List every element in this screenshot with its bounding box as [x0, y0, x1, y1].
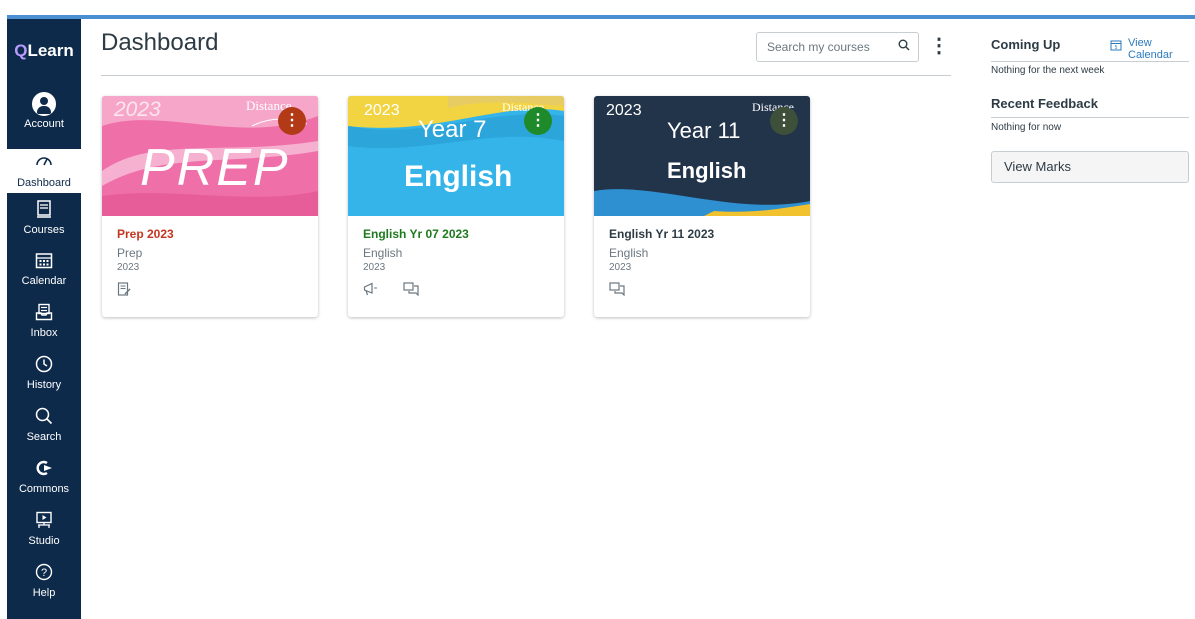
dashboard-icon — [7, 149, 81, 175]
calendar-icon[interactable]: 5 — [1110, 38, 1122, 56]
nav-label-account: Account — [24, 118, 64, 130]
recent-feedback-divider — [991, 117, 1189, 118]
card-hero-line2: English — [404, 160, 513, 193]
nav-label-commons: Commons — [18, 483, 70, 495]
card-hero-line1: Year 11 — [667, 118, 741, 143]
recent-feedback-heading: Recent Feedback — [991, 96, 1098, 111]
nav-item-help[interactable]: ? Help — [7, 563, 81, 599]
course-term: 2023 — [117, 262, 140, 273]
course-card-actions — [117, 282, 151, 299]
card-options-button[interactable]: ⋮ — [524, 107, 552, 135]
card-hero-year: 2023 — [114, 98, 161, 121]
course-title[interactable]: Prep 2023 — [117, 227, 174, 241]
card-options-button[interactable]: ⋮ — [278, 107, 306, 135]
card-hero-year: 2023 — [364, 102, 400, 119]
history-icon — [7, 355, 81, 377]
inbox-icon — [7, 303, 81, 325]
course-card-actions — [363, 282, 439, 299]
search-icon[interactable] — [898, 39, 910, 54]
course-title[interactable]: English Yr 07 2023 — [363, 227, 469, 241]
nav-label-dashboard: Dashboard — [17, 177, 71, 189]
card-hero-big-text: PREP — [140, 139, 290, 197]
nav-item-search[interactable]: Search — [7, 407, 81, 443]
view-calendar-link[interactable]: View Calendar — [1128, 37, 1191, 61]
nav-item-studio[interactable]: Studio — [7, 511, 81, 547]
coming-up-heading: Coming Up — [991, 37, 1061, 52]
app-logo[interactable]: QLearn — [7, 41, 81, 61]
commons-icon — [7, 459, 81, 481]
course-card-prep[interactable]: 2023 Distance PREP ⋮ Prep 2023 Prep 2023 — [102, 96, 318, 317]
search-icon — [7, 407, 81, 429]
svg-text:?: ? — [41, 567, 47, 579]
nav-label-history: History — [26, 379, 62, 391]
courses-icon — [7, 200, 81, 222]
nav-item-inbox[interactable]: Inbox — [7, 303, 81, 339]
recent-feedback-empty-text: Nothing for now — [991, 122, 1062, 133]
calendar-icon — [7, 251, 81, 273]
nav-label-courses: Courses — [23, 224, 65, 236]
course-term: 2023 — [363, 262, 386, 273]
top-bar — [0, 0, 1195, 15]
coming-up-empty-text: Nothing for the next week — [991, 65, 1105, 76]
nav-item-commons[interactable]: Commons — [7, 459, 81, 495]
nav-item-account[interactable]: Account — [7, 92, 81, 130]
announcements-icon[interactable] — [363, 282, 383, 299]
course-subtitle: English — [609, 246, 649, 260]
course-title[interactable]: English Yr 11 2023 — [609, 227, 714, 241]
card-hero-line2: English — [667, 158, 747, 183]
left-edge — [0, 15, 7, 619]
header-divider — [101, 75, 951, 76]
card-hero-year: 2023 — [606, 102, 642, 119]
course-card-actions — [609, 282, 645, 299]
dashboard-options-menu[interactable]: ⋮ — [929, 33, 949, 61]
coming-up-divider — [991, 61, 1189, 62]
view-marks-button[interactable]: View Marks — [991, 151, 1189, 183]
course-subtitle: Prep — [117, 246, 143, 260]
assignments-icon[interactable] — [117, 282, 131, 299]
course-card-english-yr07[interactable]: 2023 Distance Year 7 English ⋮ English Y… — [348, 96, 564, 317]
main-content: Dashboard ⋮ 2023 Distance PREP ⋮ Prep 20… — [81, 19, 961, 619]
nav-label-search: Search — [26, 431, 62, 443]
svg-text:5: 5 — [1115, 45, 1118, 51]
card-options-button[interactable]: ⋮ — [770, 107, 798, 135]
studio-icon — [7, 511, 81, 533]
nav-label-inbox: Inbox — [30, 327, 58, 339]
discussions-icon[interactable] — [403, 282, 419, 299]
account-icon — [32, 92, 56, 116]
course-subtitle: English — [363, 246, 403, 260]
card-hero-line1: Year 7 — [418, 116, 487, 143]
nav-item-calendar[interactable]: Calendar — [7, 251, 81, 287]
course-term: 2023 — [609, 262, 632, 273]
help-icon: ? — [7, 563, 81, 585]
nav-item-history[interactable]: History — [7, 355, 81, 391]
page-title: Dashboard — [101, 29, 219, 56]
nav-label-help: Help — [32, 587, 56, 599]
right-sidebar: Coming Up 5 View Calendar Nothing for th… — [991, 19, 1191, 619]
course-card-english-yr11[interactable]: 2023 Distance Year 11 English ⋮ English … — [594, 96, 810, 317]
nav-item-dashboard[interactable]: Dashboard — [7, 149, 81, 193]
nav-label-calendar: Calendar — [21, 275, 67, 287]
search-courses-field[interactable] — [756, 32, 919, 62]
search-courses-input[interactable] — [765, 39, 889, 55]
nav-item-courses[interactable]: Courses — [7, 200, 81, 236]
nav-label-studio: Studio — [28, 535, 60, 547]
discussions-icon[interactable] — [609, 282, 625, 299]
global-nav: QLearn Account Dashboard Courses Calenda… — [7, 19, 81, 619]
